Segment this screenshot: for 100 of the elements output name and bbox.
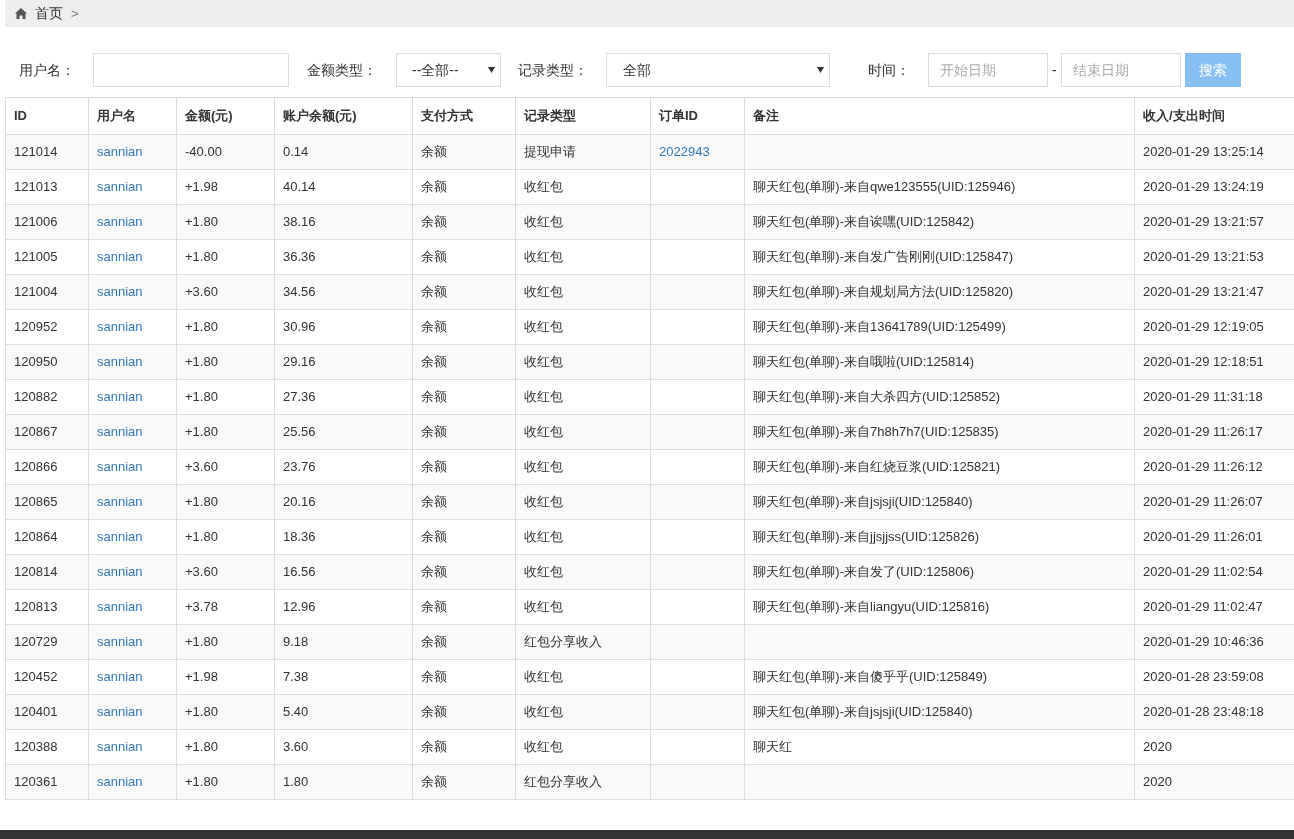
balance-cell: 18.36 xyxy=(283,529,316,545)
remark-cell: 聊天红包(单聊)-来自发了(UID:125806) xyxy=(753,564,975,580)
time-cell: 2020-01-29 13:24:19 xyxy=(1143,179,1264,195)
balance-cell: 0.14 xyxy=(283,144,309,160)
time-cell: 2020-01-29 11:26:01 xyxy=(1143,529,1263,545)
balance-cell: 27.36 xyxy=(283,389,316,405)
time-cell: 2020-01-29 13:25:14 xyxy=(1143,144,1264,160)
record-type-cell: 收红包 xyxy=(524,459,563,475)
caret-icon xyxy=(488,67,495,73)
id-cell: 120882 xyxy=(14,389,58,405)
id-cell: 120401 xyxy=(14,704,58,720)
time-cell: 2020 xyxy=(1143,774,1172,790)
time-cell: 2020-01-29 13:21:57 xyxy=(1143,214,1264,230)
record-type-cell: 收红包 xyxy=(524,319,563,335)
payment-cell: 余额 xyxy=(421,704,447,720)
time-cell: 2020 xyxy=(1143,739,1172,755)
remark-cell: 聊天红包(单聊)-来自红烧豆浆(UID:125821) xyxy=(753,459,1001,475)
end-date-field[interactable]: 结束日期 xyxy=(1060,53,1181,87)
username-field[interactable] xyxy=(93,53,289,87)
time-cell: 2020-01-28 23:48:18 xyxy=(1143,704,1264,720)
record-type-select[interactable]: 全部 xyxy=(606,53,830,87)
remark-cell: 聊天红包(单聊)-来自jsjsji(UID:125840) xyxy=(753,494,973,510)
column-header: 记录类型 xyxy=(515,97,651,135)
time-cell: 2020-01-29 13:21:53 xyxy=(1143,249,1264,265)
time-cell: 2020-01-29 12:18:51 xyxy=(1143,354,1264,370)
column-header: 备注 xyxy=(744,97,1135,135)
amount-cell: +1.80 xyxy=(185,319,218,335)
start-date-field[interactable]: 开始日期 xyxy=(928,53,1048,87)
balance-cell: 20.16 xyxy=(283,494,316,510)
record-type-cell: 收红包 xyxy=(524,389,563,405)
amount-cell: +1.80 xyxy=(185,704,218,720)
id-cell: 120952 xyxy=(14,319,58,335)
payment-cell: 余额 xyxy=(421,564,447,580)
amount-cell: +1.80 xyxy=(185,214,218,230)
amount-cell: +1.98 xyxy=(185,669,218,685)
home-link[interactable]: 首页 xyxy=(35,3,63,24)
date-range-separator: - xyxy=(1052,60,1057,80)
record-type-cell: 收红包 xyxy=(524,284,563,300)
remark-cell: 聊天红包(单聊)-来自大杀四方(UID:125852) xyxy=(753,389,1001,405)
payment-cell: 余额 xyxy=(421,459,447,475)
balance-cell: 30.96 xyxy=(283,319,316,335)
id-cell: 120867 xyxy=(14,424,58,440)
record-type-cell: 收红包 xyxy=(524,739,563,755)
amount-type-label: 金额类型： xyxy=(307,60,378,80)
record-type-cell: 红包分享收入 xyxy=(524,774,602,790)
column-header: ID xyxy=(5,97,89,135)
remark-cell: 聊天红包(单聊)-来自傻乎乎(UID:125849) xyxy=(753,669,988,685)
payment-cell: 余额 xyxy=(421,529,447,545)
column-header: 收入/支出时间 xyxy=(1134,97,1294,135)
time-cell: 2020-01-29 11:02:47 xyxy=(1143,599,1263,615)
balance-cell: 29.16 xyxy=(283,354,316,370)
record-type-cell: 收红包 xyxy=(524,214,563,230)
id-cell: 120452 xyxy=(14,669,58,685)
id-cell: 120866 xyxy=(14,459,58,475)
record-type-cell: 收红包 xyxy=(524,179,563,195)
time-cell: 2020-01-29 11:26:07 xyxy=(1143,494,1263,510)
payment-cell: 余额 xyxy=(421,599,447,615)
amount-cell: +3.60 xyxy=(185,459,218,475)
column-header: 订单ID xyxy=(650,97,745,135)
amount-type-select[interactable]: --全部-- xyxy=(396,53,501,87)
amount-cell: +3.60 xyxy=(185,564,218,580)
remark-cell: 聊天红包(单聊)-来自诶嘿(UID:125842) xyxy=(753,214,975,230)
time-label: 时间： xyxy=(868,60,911,80)
payment-cell: 余额 xyxy=(421,424,447,440)
remark-cell: 聊天红包(单聊)-来自哦啦(UID:125814) xyxy=(753,354,975,370)
id-cell: 120729 xyxy=(14,634,58,650)
remark-cell: 聊天红包(单聊)-来自jsjsji(UID:125840) xyxy=(753,704,973,720)
remark-cell: 聊天红包(单聊)-来自规划局方法(UID:125820) xyxy=(753,284,1014,300)
balance-cell: 25.56 xyxy=(283,424,316,440)
amount-cell: +1.80 xyxy=(185,354,218,370)
record-type-cell: 收红包 xyxy=(524,529,563,545)
balance-cell: 40.14 xyxy=(283,179,316,195)
payment-cell: 余额 xyxy=(421,494,447,510)
payment-cell: 余额 xyxy=(421,634,447,650)
time-cell: 2020-01-29 11:26:12 xyxy=(1143,459,1263,475)
amount-cell: +1.80 xyxy=(185,529,218,545)
remark-cell: 聊天红包(单聊)-来自jjsjjss(UID:125826) xyxy=(753,529,980,545)
record-type-cell: 收红包 xyxy=(524,354,563,370)
breadcrumb-separator: > xyxy=(71,4,79,23)
balance-cell: 34.56 xyxy=(283,284,316,300)
balance-cell: 36.36 xyxy=(283,249,316,265)
record-type-label: 记录类型： xyxy=(518,60,589,80)
column-header: 账户余额(元) xyxy=(274,97,413,135)
username-label: 用户名： xyxy=(19,60,76,80)
id-cell: 121005 xyxy=(14,249,58,265)
payment-cell: 余额 xyxy=(421,774,447,790)
balance-cell: 9.18 xyxy=(283,634,309,650)
payment-cell: 余额 xyxy=(421,144,447,160)
amount-cell: +1.80 xyxy=(185,424,218,440)
home-icon xyxy=(15,8,27,19)
balance-cell: 3.60 xyxy=(283,739,309,755)
record-type-cell: 收红包 xyxy=(524,599,563,615)
remark-cell: 聊天红包(单聊)-来自13641789(UID:125499) xyxy=(753,319,1006,335)
id-cell: 120813 xyxy=(14,599,58,615)
remark-cell: 聊天红包(单聊)-来自qwe123555(UID:125946) xyxy=(753,179,1016,195)
record-type-cell: 收红包 xyxy=(524,249,563,265)
amount-cell: +1.80 xyxy=(185,494,218,510)
remark-cell: 聊天红包(单聊)-来自发广告刚刚(UID:125847) xyxy=(753,249,1014,265)
record-type-cell: 收红包 xyxy=(524,424,563,440)
payment-cell: 余额 xyxy=(421,319,447,335)
